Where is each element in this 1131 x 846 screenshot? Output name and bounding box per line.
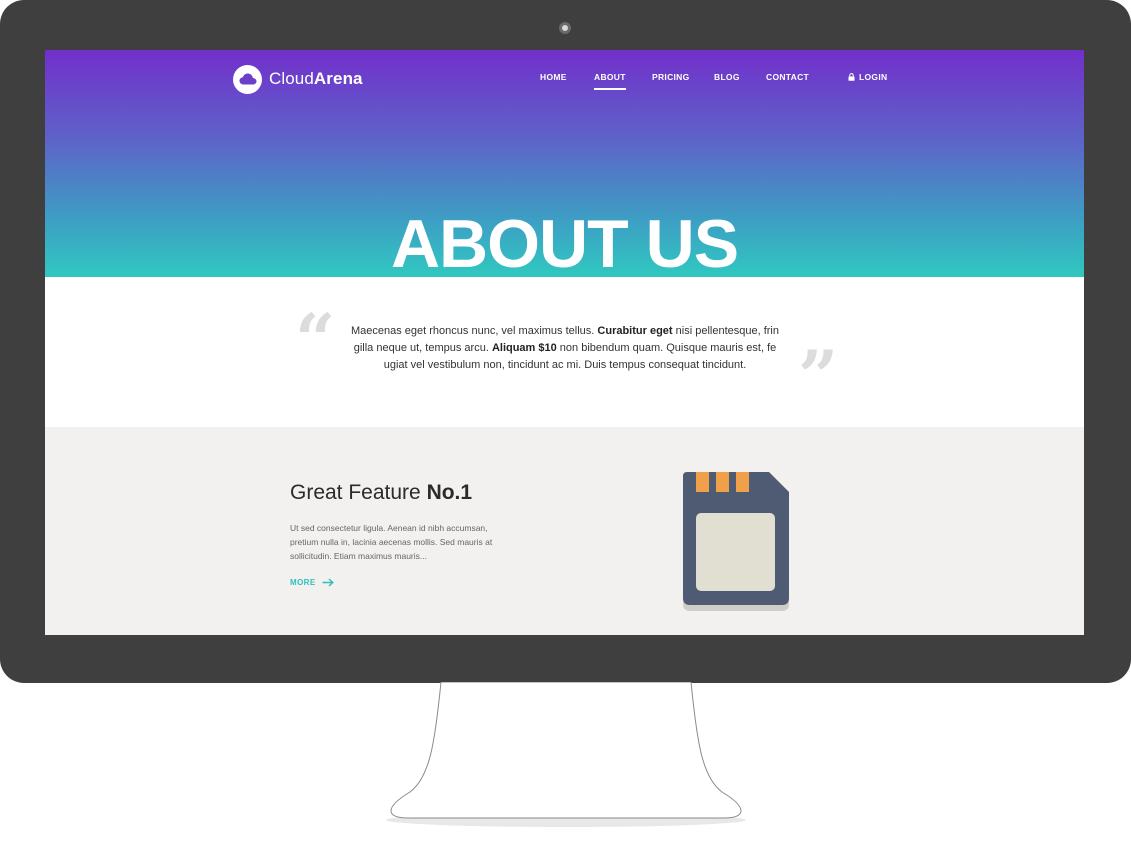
nav-active-underline [594, 88, 626, 90]
quote-section: “ Maecenas eget rhoncus nunc, vel maximu… [45, 277, 1084, 427]
nav-pricing[interactable]: PRICING [652, 72, 690, 82]
nav-about[interactable]: ABOUT [594, 72, 626, 90]
quote-text: Maecenas eget rhoncus nunc, vel maximus … [351, 325, 779, 371]
more-label: MORE [290, 578, 316, 587]
nav-home[interactable]: HOME [540, 72, 567, 82]
nav-about-label: ABOUT [594, 72, 626, 82]
login-link[interactable]: LOGIN [848, 72, 887, 82]
open-quote-icon: “ [295, 298, 336, 381]
login-label: LOGIN [859, 72, 888, 82]
feature-section: Great Feature No.1 Ut sed consectetur li… [45, 427, 1084, 635]
sim-card-icon [683, 472, 789, 611]
nav-contact[interactable]: CONTACT [766, 72, 809, 82]
webcam-icon [559, 22, 571, 34]
main-nav: HOME ABOUT PRICING BLOG CONTACT LOGIN [45, 72, 1084, 92]
hero-banner: CloudArena HOME ABOUT PRICING BLOG CONTA… [45, 50, 1084, 277]
lock-icon [848, 73, 855, 81]
feature-title: Great Feature No.1 [290, 481, 473, 504]
nav-blog[interactable]: BLOG [714, 72, 740, 82]
feature-description: Ut sed consectetur ligula. Aenean id nib… [290, 523, 493, 561]
website-screen: CloudArena HOME ABOUT PRICING BLOG CONTA… [45, 50, 1084, 635]
close-quote-icon: ” [798, 335, 839, 418]
monitor-bezel: CloudArena HOME ABOUT PRICING BLOG CONTA… [0, 0, 1131, 683]
page-title: ABOUT US [390, 206, 739, 277]
arrow-right-icon [322, 578, 334, 587]
monitor-stand [386, 682, 746, 827]
more-link[interactable]: MORE [290, 578, 334, 587]
